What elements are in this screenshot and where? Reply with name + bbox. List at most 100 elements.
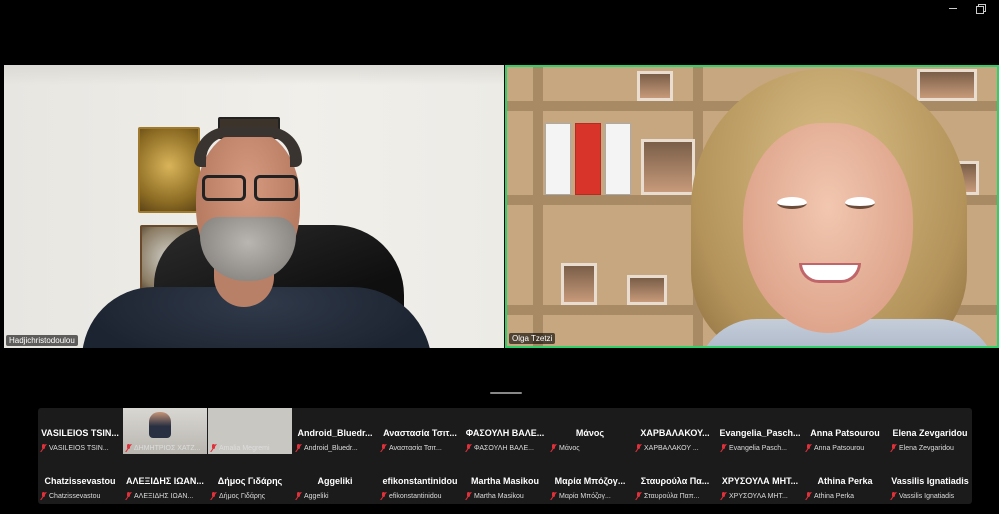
ceiling-shadow xyxy=(4,65,504,85)
participant-tile[interactable]: Vassilis Ignatiadis Vassilis Ignatiadis xyxy=(888,456,972,502)
participant-tile[interactable]: ΑΛΕΞΙΔΗΣ ΙΩΑΝ... ΑΛΕΞΙΔΗΣ ΙΩΑΝ... xyxy=(123,456,207,502)
participant-label-text: Μάνος xyxy=(559,444,580,452)
participant-label: Elena Zevgaridou xyxy=(890,444,970,452)
participant-tile[interactable]: Σταυρούλα Πα... Σταυρούλα Παπ... xyxy=(633,456,717,502)
participant-tile-video[interactable]: Amalia Megremi xyxy=(208,408,292,454)
participant-tile-video[interactable]: ΔΗΜΗΤΡΙΟΣ ΧΑΤΖ... xyxy=(123,408,207,454)
participant-label: Vassilis Ignatiadis xyxy=(890,492,970,500)
mic-muted-icon xyxy=(295,492,302,500)
participant-label-text: efikonstantinidou xyxy=(389,492,442,500)
religious-icon-gold xyxy=(138,127,200,213)
minimize-icon[interactable] xyxy=(947,2,959,14)
participant-label-text: Evangelia Pasch... xyxy=(729,444,787,452)
participant-tile[interactable]: Athina Perka Athina Perka xyxy=(803,456,887,502)
participant-tile[interactable]: efikonstantinidou efikonstantinidou xyxy=(378,456,462,502)
participant-tile[interactable]: Αναστασία Τσιτ... Αναστασία Τσιτ... xyxy=(378,408,462,454)
photo-frame xyxy=(627,275,667,305)
participant-label: Evangelia Pasch... xyxy=(720,444,800,452)
participant-label: Chatzissevastou xyxy=(40,492,120,500)
photo-frame xyxy=(641,139,695,195)
gallery-collapse-handle[interactable] xyxy=(490,392,522,394)
participant-label-text: Chatzissevastou xyxy=(49,492,101,500)
participant-label-text: Android_Bluedr... xyxy=(304,444,358,452)
participant-tile[interactable]: Aggeliki Aggeliki xyxy=(293,456,377,502)
participant-label: VASILEIOS TSIN... xyxy=(40,444,120,452)
photo-frame xyxy=(917,69,977,101)
participant-label: efikonstantinidou xyxy=(380,492,460,500)
participant-name-tag: Hadjichristodoulou xyxy=(6,335,78,346)
participant-label: ΦΑΣΟΥΛΗ ΒΑΛΕ... xyxy=(465,444,545,452)
participant-label: Μαρία Μπόζογ... xyxy=(550,492,630,500)
participant-label-text: ΧΡΥΣΟΥΛΑ ΜΗΤ... xyxy=(729,492,788,500)
mic-muted-icon xyxy=(805,492,812,500)
binder-white xyxy=(605,123,631,195)
video-tile-main-left[interactable]: Hadjichristodoulou xyxy=(4,65,504,348)
participant-display-name: Μαρία Μπόζογ... xyxy=(554,476,626,486)
restore-icon[interactable] xyxy=(975,2,987,14)
participant-display-name: Martha Masikou xyxy=(470,476,539,486)
participant-tile[interactable]: Μάνος Μάνος xyxy=(548,408,632,454)
participant-label-text: Anna Patsourou xyxy=(814,444,865,452)
participant-tile[interactable]: Anna Patsourou Anna Patsourou xyxy=(803,408,887,454)
binder-red xyxy=(575,123,601,195)
participant-tile[interactable]: ΧΡΥΣΟΥΛΑ ΜΗΤ... ΧΡΥΣΟΥΛΑ ΜΗΤ... xyxy=(718,456,802,502)
participant-tile[interactable]: ΦΑΣΟΥΛΗ ΒΑΛΕ... ΦΑΣΟΥΛΗ ΒΑΛΕ... xyxy=(463,408,547,454)
participant-tile[interactable]: Δήμος Γιδάρης Δήμος Γιδάρης xyxy=(208,456,292,502)
mic-muted-icon xyxy=(550,444,557,452)
participant-tile[interactable]: Martha Masikou Martha Masikou xyxy=(463,456,547,502)
shelf-post xyxy=(533,67,543,346)
window-controls xyxy=(947,2,987,14)
mic-muted-icon xyxy=(210,492,217,500)
participant-label-text: Aggeliki xyxy=(304,492,329,500)
participant-label: Martha Masikou xyxy=(465,492,545,500)
photo-frame xyxy=(561,263,597,305)
participant-display-name: Android_Bluedr... xyxy=(297,428,373,438)
participant-label: Amalia Megremi xyxy=(210,444,290,452)
participant-label: ΧΑΡΒΑΛΑΚΟΥ ... xyxy=(635,444,715,452)
participant-label-text: VASILEIOS TSIN... xyxy=(49,444,109,452)
participant-label-text: Vassilis Ignatiadis xyxy=(899,492,955,500)
participant-tile[interactable]: Android_Bluedr... Android_Bluedr... xyxy=(293,408,377,454)
participant-tile[interactable]: Elena Zevgaridou Elena Zevgaridou xyxy=(888,408,972,454)
mic-muted-icon xyxy=(125,444,132,452)
mic-muted-icon xyxy=(125,492,132,500)
participant-display-name: VASILEIOS TSIN... xyxy=(41,428,119,438)
participant-face xyxy=(743,123,913,333)
glasses-lens-right xyxy=(254,175,298,201)
participant-tile[interactable]: Μαρία Μπόζογ... Μαρία Μπόζογ... xyxy=(548,456,632,502)
participant-label: ΑΛΕΞΙΔΗΣ ΙΩΑΝ... xyxy=(125,492,205,500)
participant-display-name: ΦΑΣΟΥΛΗ ΒΑΛΕ... xyxy=(465,428,545,438)
participant-label-text: Μαρία Μπόζογ... xyxy=(559,492,611,500)
participant-tile[interactable]: Chatzissevastou Chatzissevastou xyxy=(38,456,122,502)
participant-eye-right xyxy=(845,197,875,209)
participant-tile[interactable]: VASILEIOS TSIN... VASILEIOS TSIN... xyxy=(38,408,122,454)
participant-display-name: Evangelia_Pasch... xyxy=(719,428,801,438)
participant-display-name: Μάνος xyxy=(575,428,605,438)
participant-display-name: efikonstantinidou xyxy=(382,476,458,486)
participant-label: Μάνος xyxy=(550,444,630,452)
participant-label-text: Αναστασία Τσιτ... xyxy=(389,444,442,452)
participant-glasses xyxy=(202,175,298,201)
mic-muted-icon xyxy=(295,444,302,452)
participant-eye-left xyxy=(777,197,807,209)
participant-tile[interactable]: Evangelia_Pasch... Evangelia Pasch... xyxy=(718,408,802,454)
participant-display-name: Athina Perka xyxy=(817,476,873,486)
participant-label: ΧΡΥΣΟΥΛΑ ΜΗΤ... xyxy=(720,492,800,500)
participant-label-text: Amalia Megremi xyxy=(219,444,270,452)
participant-label-text: ΑΛΕΞΙΔΗΣ ΙΩΑΝ... xyxy=(134,492,194,500)
mic-muted-icon xyxy=(890,444,897,452)
binder-white xyxy=(545,123,571,195)
photo-frame xyxy=(637,71,673,101)
mic-muted-icon xyxy=(40,492,47,500)
participant-label-text: Elena Zevgaridou xyxy=(899,444,954,452)
mic-muted-icon xyxy=(40,444,47,452)
participant-display-name: Αναστασία Τσιτ... xyxy=(383,428,457,438)
mic-muted-icon xyxy=(380,492,387,500)
participant-display-name: ΧΡΥΣΟΥΛΑ ΜΗΤ... xyxy=(721,476,799,486)
participant-gallery: VASILEIOS TSIN... VASILEIOS TSIN... ΔΗΜΗ… xyxy=(38,408,972,504)
participant-label-text: ΔΗΜΗΤΡΙΟΣ ΧΑΤΖ... xyxy=(134,444,201,452)
glasses-lens-left xyxy=(202,175,246,201)
video-tile-main-right-active-speaker[interactable]: Olga Tzetzi xyxy=(505,65,999,348)
participant-label: Σταυρούλα Παπ... xyxy=(635,492,715,500)
participant-tile[interactable]: ΧΑΡΒΑΛΑΚΟΥ... ΧΑΡΒΑΛΑΚΟΥ ... xyxy=(633,408,717,454)
